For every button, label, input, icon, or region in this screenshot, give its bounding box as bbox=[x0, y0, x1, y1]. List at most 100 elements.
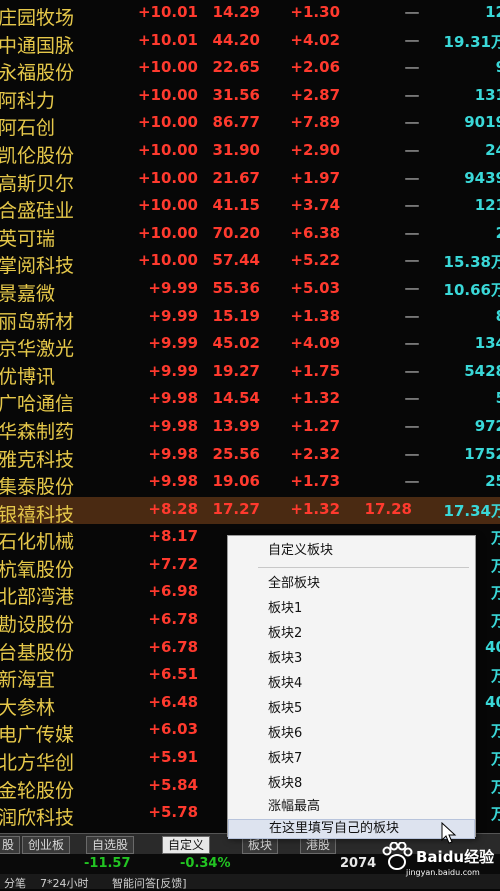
table-row[interactable]: 英可瑞+10.0070.20+6.38—2 bbox=[0, 221, 500, 250]
price: 15.19 bbox=[212, 306, 260, 325]
price: 14.29 bbox=[212, 3, 260, 21]
menu-item-add-custom[interactable]: 在这里填写自己的板块 bbox=[228, 819, 475, 839]
table-row[interactable]: 广哈通信+9.9814.54+1.32—5 bbox=[0, 386, 500, 416]
stock-name: 杭氧股份 bbox=[0, 558, 75, 581]
change-amount: +6.38 bbox=[290, 223, 340, 242]
stock-name: 丽岛新材 bbox=[0, 310, 75, 333]
menu-item-sector-1[interactable]: 板块1 bbox=[228, 598, 475, 620]
stock-name: 合盛硅业 bbox=[0, 200, 75, 223]
change-pct: +10.00 bbox=[137, 251, 198, 270]
table-row[interactable]: 掌阅科技 +10.00 57.44 +5.22—15.38万 bbox=[0, 248, 500, 277]
volume: 121 bbox=[474, 196, 500, 215]
change-pct: +10.00 bbox=[137, 223, 198, 242]
change-pct: +10.00 bbox=[137, 140, 198, 159]
change-amount: +1.75 bbox=[290, 361, 340, 380]
change-amount: +1.32 bbox=[290, 499, 340, 518]
table-row[interactable]: 合盛硅业+10.0041.15+3.74—121 bbox=[0, 193, 500, 223]
table-row[interactable]: 雅克科技+9.9825.56+2.32—1752 bbox=[0, 442, 500, 471]
change-amount: +3.74 bbox=[290, 196, 340, 215]
change-pct: +9.99 bbox=[148, 306, 198, 325]
menu-item-sector-6[interactable]: 板块6 bbox=[228, 723, 475, 745]
table-row[interactable]: 阿科力+10.0031.56+2.87—131 bbox=[0, 83, 500, 112]
table-row[interactable]: 京华激光+9.9945.02+4.09—134 bbox=[0, 331, 500, 360]
tab-custom[interactable]: 自定义 bbox=[162, 836, 211, 854]
change-pct: +5.84 bbox=[148, 775, 198, 794]
table-row[interactable]: 凯伦股份+10.0031.90+2.90—24 bbox=[0, 138, 500, 167]
baidu-watermark: Baidu经验 jingyan.baidu.com bbox=[380, 842, 495, 878]
menu-item-sector-7[interactable]: 板块7 bbox=[228, 748, 475, 770]
change-pct: +10.00 bbox=[137, 168, 198, 187]
price: 19.27 bbox=[212, 361, 260, 380]
tab-stock[interactable]: 股 bbox=[0, 836, 21, 854]
menu-title: 自定义板块 bbox=[268, 543, 334, 558]
volume: 1752 bbox=[464, 444, 500, 463]
table-row[interactable]: 优博讯+9.9919.27+1.75—5428 bbox=[0, 359, 500, 388]
table-row[interactable]: 银禧科技 +8.28 17.27 +1.32 17.28 17.34万 bbox=[0, 496, 500, 526]
stock-name: 广哈通信 bbox=[0, 393, 75, 416]
stock-name: 润欣科技 bbox=[0, 807, 75, 830]
stock-name: 高斯贝尔 bbox=[0, 172, 75, 195]
tab-watchlist[interactable]: 自选股 bbox=[86, 836, 135, 854]
menu-item-sector-3[interactable]: 板块3 bbox=[228, 648, 475, 670]
price: 25.56 bbox=[212, 444, 260, 463]
table-row[interactable]: 高斯贝尔+10.0021.67+1.97—9439 bbox=[0, 166, 500, 195]
stock-name: 勘设股份 bbox=[0, 614, 75, 637]
table-row[interactable]: 景嘉微 +9.99 55.36 +5.03—10.66万 bbox=[0, 276, 500, 305]
table-row[interactable]: 庄园牧场+10.0114.29+1.30—12 bbox=[0, 0, 500, 29]
change-pct: +6.78 bbox=[148, 637, 198, 656]
change-pct: +9.98 bbox=[148, 472, 198, 491]
change-pct: +5.91 bbox=[148, 748, 198, 767]
table-row[interactable]: 永福股份+10.0022.65+2.06—9 bbox=[0, 55, 500, 84]
change-pct: +5.78 bbox=[148, 803, 198, 822]
tab-chinext[interactable]: 创业板 bbox=[22, 836, 71, 854]
table-row[interactable]: 华森制药+9.9813.99+1.27—972 bbox=[0, 414, 500, 443]
change-amount: +1.30 bbox=[290, 3, 340, 21]
change-pct: +7.72 bbox=[148, 554, 198, 573]
price: 13.99 bbox=[212, 416, 260, 435]
price: 17.27 bbox=[212, 499, 260, 518]
menu-item-sector-2[interactable]: 板块2 bbox=[228, 623, 475, 645]
stock-name: 英可瑞 bbox=[0, 227, 56, 250]
stock-name: 中通国脉 bbox=[0, 34, 75, 57]
table-row[interactable]: 阿石创+10.0086.77+7.89—9019 bbox=[0, 110, 500, 139]
volume: 2 bbox=[410, 224, 500, 242]
change-pct: +9.98 bbox=[148, 444, 198, 463]
change-pct: +9.99 bbox=[148, 334, 198, 353]
change-pct: +6.78 bbox=[148, 610, 198, 629]
menu-separator bbox=[258, 567, 469, 568]
stock-name: 雅克科技 bbox=[0, 448, 75, 471]
change-pct: +6.03 bbox=[148, 720, 198, 739]
change-amount: +2.87 bbox=[290, 85, 340, 104]
volume: 5 bbox=[410, 389, 500, 407]
volume: 134 bbox=[474, 334, 500, 353]
menu-item-sector-5[interactable]: 板块5 bbox=[228, 698, 475, 720]
change-pct: +10.01 bbox=[137, 3, 198, 21]
stock-name: 景嘉微 bbox=[0, 282, 56, 305]
change-amount: +5.03 bbox=[290, 278, 340, 297]
stock-name: 石化机械 bbox=[0, 531, 75, 554]
menu-item-all-sectors[interactable]: 全部板块 bbox=[228, 573, 475, 595]
change-pct: +10.01 bbox=[137, 30, 198, 49]
change-pct: +9.98 bbox=[148, 416, 198, 435]
volume: 9439 bbox=[464, 168, 500, 187]
stock-name: 阿科力 bbox=[0, 89, 56, 112]
price: 41.15 bbox=[212, 196, 260, 215]
table-row[interactable]: 丽岛新材+9.9915.19+1.38—8 bbox=[0, 304, 500, 333]
menu-item-sector-8[interactable]: 板块8 bbox=[228, 773, 475, 795]
price: 70.20 bbox=[212, 223, 260, 242]
volume: 17.34万 bbox=[443, 501, 500, 520]
table-row[interactable]: 中通国脉 +10.01 44.20 +4.02—19.31万 bbox=[0, 28, 500, 57]
stock-name: 北方华创 bbox=[0, 752, 75, 775]
change-pct: +6.98 bbox=[148, 582, 198, 601]
table-row[interactable]: 集泰股份+9.9819.06+1.73—25 bbox=[0, 469, 500, 498]
menu-item-sector-4[interactable]: 板块4 bbox=[228, 673, 475, 695]
change-pct: +6.51 bbox=[148, 665, 198, 684]
menu-item-top-gainers[interactable]: 涨幅最高 bbox=[228, 796, 475, 818]
price: 45.02 bbox=[212, 334, 260, 353]
price: 31.56 bbox=[212, 85, 260, 104]
stock-name: 凯伦股份 bbox=[0, 144, 75, 167]
price: 19.06 bbox=[212, 472, 260, 491]
change-amount: +7.89 bbox=[290, 113, 340, 132]
volume: 8 bbox=[410, 307, 500, 325]
price: 86.77 bbox=[212, 113, 260, 132]
